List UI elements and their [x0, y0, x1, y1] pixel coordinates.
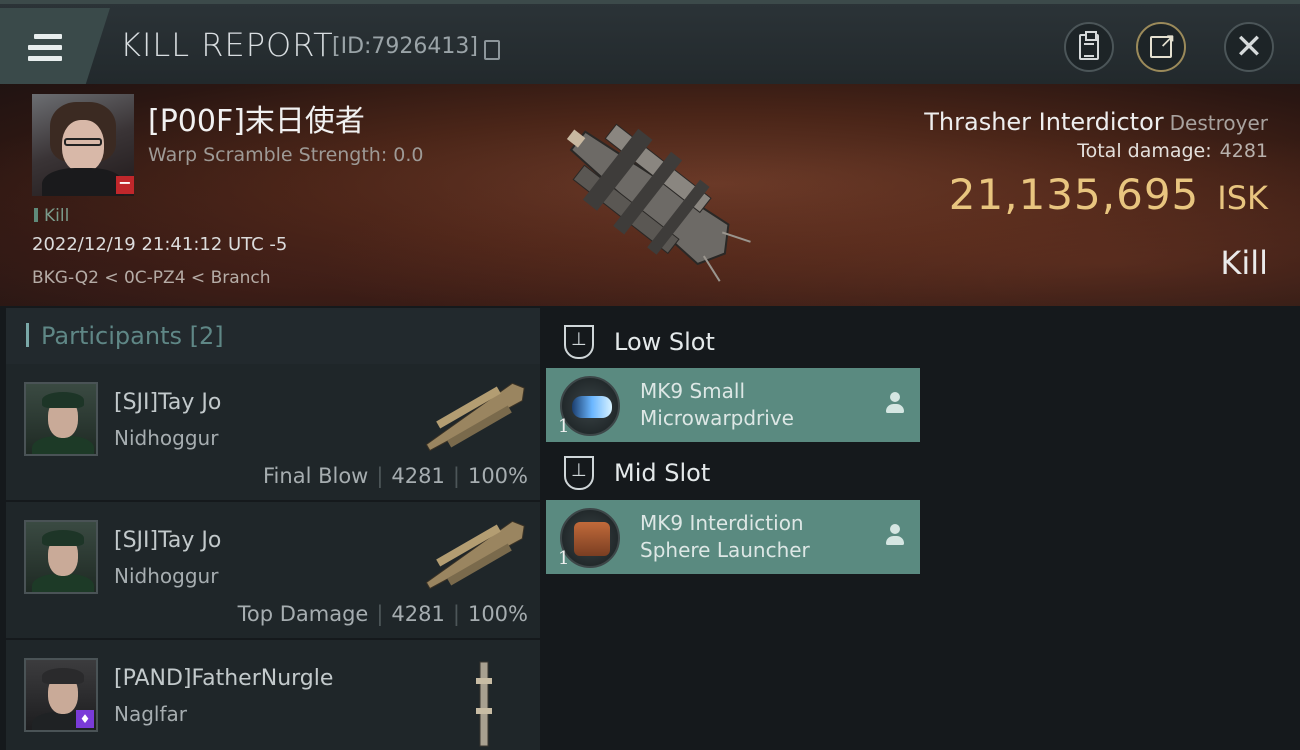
- loss-badge-icon: −: [116, 175, 134, 194]
- module-name-line1: MK9 Interdiction: [640, 511, 804, 535]
- participant-ship-image: [425, 520, 525, 590]
- low-slot-label: Low Slot: [614, 328, 715, 356]
- header-bar: KILL REPORT [ID:7926413] ✕: [0, 0, 1300, 84]
- module-name-line1: MK9 Small: [640, 379, 745, 403]
- clipboard-button[interactable]: [1064, 22, 1114, 72]
- module-name-line2: Sphere Launcher: [640, 538, 810, 562]
- participant-name: [SJI]Tay Jo: [114, 528, 222, 553]
- module-quantity: 1: [558, 548, 570, 569]
- mid-slot-icon: [564, 456, 594, 490]
- kill-tag: Kill: [34, 206, 69, 226]
- warp-strength: Warp Scramble Strength: 0.0: [148, 144, 424, 166]
- share-button[interactable]: [1136, 22, 1186, 72]
- result-label: Kill: [1220, 244, 1268, 282]
- low-slot-header: Low Slot: [548, 314, 715, 370]
- person-icon[interactable]: [886, 392, 904, 414]
- participants-header: Participants [2]: [6, 308, 540, 364]
- participant-role: Final Blow: [263, 464, 369, 488]
- victim-ship-image[interactable]: [540, 90, 760, 300]
- mid-slot-header: Mid Slot: [548, 445, 710, 501]
- kill-timestamp: 2022/12/19 21:41:12 UTC -5: [32, 234, 288, 255]
- hamburger-menu-icon: [28, 34, 62, 62]
- page-title: KILL REPORT: [120, 26, 334, 64]
- module-name-line2: Microwarpdrive: [640, 406, 794, 430]
- total-damage-label: Total damage:: [1077, 140, 1212, 162]
- participant-ship: Nidhoggur: [114, 564, 219, 588]
- participant-ship: Naglfar: [114, 702, 187, 726]
- kill-location[interactable]: BKG-Q2 < 0C-PZ4 < Branch: [32, 268, 271, 288]
- isk-value: 21,135,695: [948, 170, 1200, 219]
- module-item[interactable]: 1 MK9 Small Microwarpdrive: [546, 368, 920, 442]
- report-id: [ID:7926413]: [332, 34, 478, 59]
- participant-row[interactable]: [SJI]Tay Jo Nidhoggur Top Damage | 4281 | 10…: [6, 502, 540, 640]
- victim-name[interactable]: [P00F]末日使者: [148, 96, 365, 140]
- clipboard-icon: [1079, 31, 1099, 60]
- victim-ship-class: Destroyer: [1169, 111, 1268, 135]
- participant-ship: Nidhoggur: [114, 426, 219, 450]
- participant-avatar: [24, 382, 98, 456]
- close-button[interactable]: ✕: [1224, 22, 1274, 72]
- participant-avatar: ♦: [24, 658, 98, 732]
- participant-percent: 100%: [467, 464, 528, 488]
- participant-damage: 4281: [391, 602, 445, 626]
- person-icon[interactable]: [886, 524, 904, 546]
- participant-role: Top Damage: [237, 602, 369, 626]
- copy-id-icon[interactable]: [484, 40, 500, 60]
- low-slot-icon: [564, 325, 594, 359]
- module-item[interactable]: 1 MK9 Interdiction Sphere Launcher: [546, 500, 920, 574]
- participant-ship-image: [476, 661, 492, 747]
- participant-ship-image: [425, 382, 525, 452]
- close-icon: ✕: [1234, 27, 1264, 67]
- participant-row[interactable]: [SJI]Tay Jo Nidhoggur Final Blow | 4281 | 10…: [6, 364, 540, 502]
- participant-avatar: [24, 520, 98, 594]
- victim-ship-name[interactable]: Thrasher Interdictor: [924, 108, 1163, 136]
- participant-name: [SJI]Tay Jo: [114, 390, 222, 415]
- victim-banner: − [P00F]末日使者 Warp Scramble Strength: 0.0…: [0, 84, 1300, 306]
- participant-percent: 100%: [467, 602, 528, 626]
- corp-badge-icon: ♦: [76, 710, 94, 728]
- module-quantity: 1: [558, 416, 570, 437]
- total-damage-value: 4281: [1219, 140, 1268, 162]
- mid-slot-label: Mid Slot: [614, 459, 711, 487]
- share-icon: [1150, 28, 1176, 58]
- isk-unit: ISK: [1217, 179, 1268, 217]
- participant-row[interactable]: ♦ [PAND]FatherNurgle Naglfar: [6, 640, 540, 750]
- participant-name: [PAND]FatherNurgle: [114, 666, 334, 691]
- participant-damage: 4281: [391, 464, 445, 488]
- menu-button[interactable]: [0, 8, 110, 84]
- participants-panel: Participants [2] [SJI]Tay Jo Nidhoggur F…: [6, 308, 540, 750]
